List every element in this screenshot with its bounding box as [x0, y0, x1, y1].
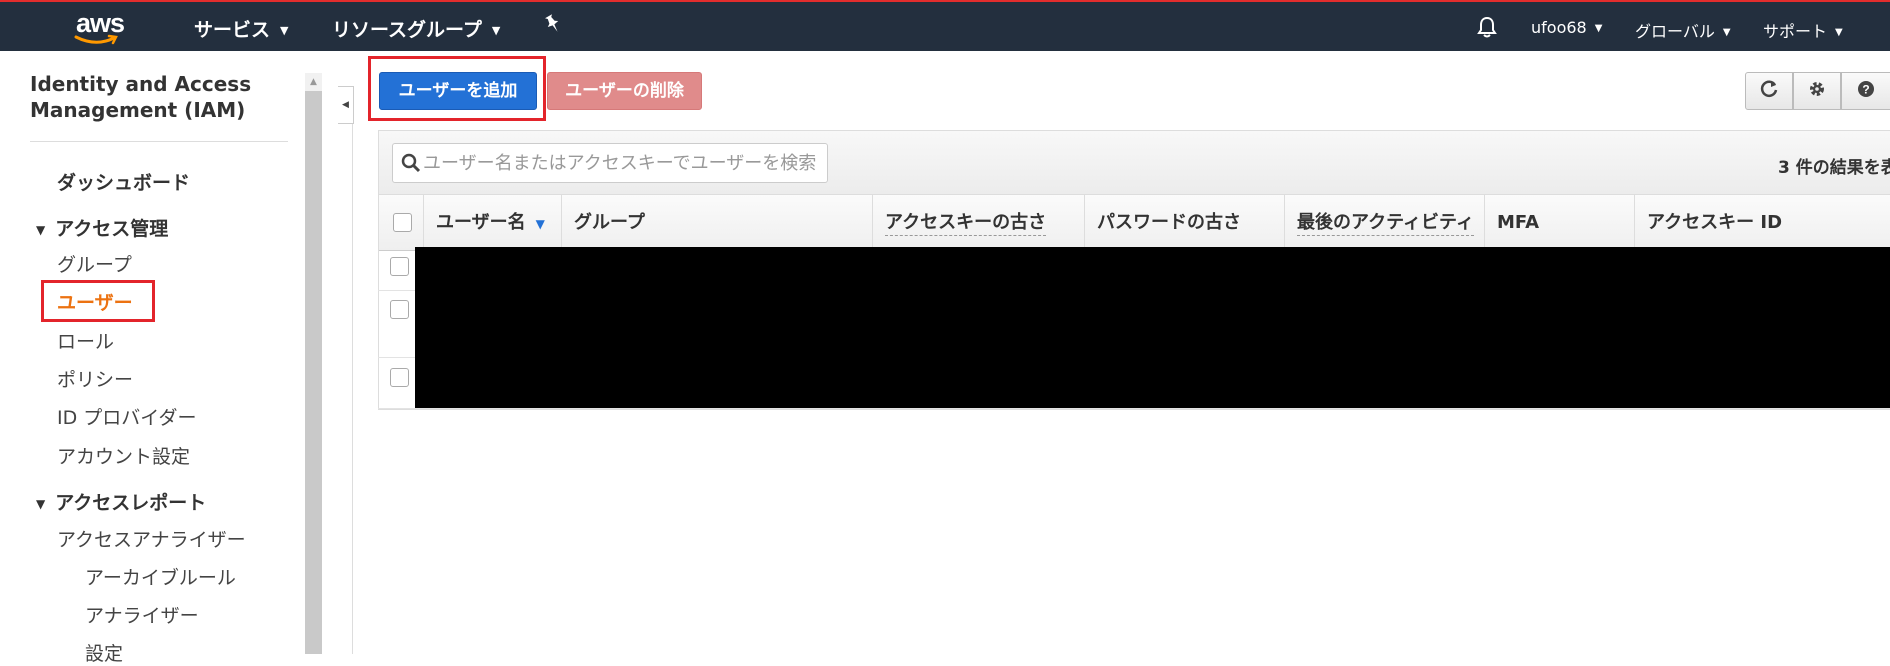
collapse-sidebar-handle[interactable]: ◀: [338, 86, 354, 124]
caret-left-icon: ◀: [342, 100, 349, 110]
sidebar-item-groups[interactable]: グループ: [57, 250, 132, 277]
chevron-down-icon: ▼: [491, 24, 501, 37]
select-all-checkbox[interactable]: [393, 213, 412, 232]
notifications-bell-icon[interactable]: [1477, 16, 1497, 42]
results-count: 3 件の結果を表: [1778, 158, 1890, 178]
delete-user-button[interactable]: ユーザーの削除: [547, 72, 702, 110]
row-checkbox[interactable]: [390, 257, 409, 276]
sidebar-item-policies[interactable]: ポリシー: [57, 365, 133, 392]
sidebar-section-access-management[interactable]: ▼ アクセス管理: [36, 214, 168, 241]
highlight-box-users: [41, 280, 155, 322]
sidebar-section-label: アクセスレポート: [55, 492, 207, 514]
column-header-username[interactable]: ユーザー名 ▼: [423, 195, 561, 251]
column-header-password-age[interactable]: パスワードの古さ: [1084, 195, 1284, 251]
column-header-access-key-age[interactable]: アクセスキーの古さ: [872, 195, 1084, 251]
content-divider: [352, 124, 353, 654]
column-header-label: 最後のアクティビティ: [1297, 212, 1474, 236]
top-navigation-bar: aws サービス ▼ リソースグループ ▼ ufoo68 ▼ グローバル ▼ サポート ▼: [0, 0, 1890, 51]
resource-groups-menu-label: リソースグループ: [332, 19, 482, 41]
search-input[interactable]: [423, 150, 823, 176]
sidebar-section-label: アクセス管理: [55, 218, 169, 240]
column-header-label: ユーザー名: [436, 212, 526, 233]
sort-descending-icon: ▼: [535, 217, 545, 231]
column-header-access-key-id[interactable]: アクセスキー ID: [1634, 195, 1890, 251]
aws-logo[interactable]: aws: [70, 8, 130, 46]
refresh-icon[interactable]: [1745, 72, 1793, 110]
highlight-box-add-user: [368, 56, 546, 121]
chevron-down-icon: ▼: [1722, 27, 1731, 38]
sidebar-section-access-reports[interactable]: ▼ アクセスレポート: [36, 488, 206, 515]
row-checkbox[interactable]: [390, 300, 409, 319]
region-menu[interactable]: グローバル ▼: [1635, 18, 1731, 42]
row-divider: [378, 408, 1890, 409]
services-menu[interactable]: サービス ▼: [194, 15, 288, 42]
help-icon[interactable]: ?: [1841, 72, 1890, 110]
sidebar-item-analyzers[interactable]: アナライザー: [85, 601, 199, 628]
row-divider: [378, 357, 418, 358]
sidebar-divider: [30, 141, 288, 142]
sidebar-scrollbar[interactable]: [305, 73, 322, 654]
column-header-label: MFA: [1497, 212, 1540, 233]
column-header-mfa[interactable]: MFA: [1484, 195, 1634, 251]
pin-icon[interactable]: [545, 14, 561, 39]
row-checkbox[interactable]: [390, 368, 409, 387]
region-menu-label: グローバル: [1635, 22, 1715, 41]
chevron-down-icon: ▼: [1594, 23, 1603, 34]
svg-text:?: ?: [1862, 83, 1869, 97]
column-header-label: アクセスキーの古さ: [885, 212, 1047, 236]
sidebar-item-identity-providers[interactable]: ID プロバイダー: [57, 403, 197, 430]
table-toolbar: 3 件の結果を表: [379, 131, 1890, 195]
sidebar-item-settings[interactable]: 設定: [85, 639, 123, 666]
scroll-up-arrow-icon[interactable]: ▲: [305, 73, 322, 91]
search-icon: [401, 153, 421, 173]
account-menu[interactable]: ufoo68 ▼: [1531, 18, 1602, 37]
sidebar-item-account-settings[interactable]: アカウント設定: [57, 442, 190, 469]
caret-down-icon: ▼: [36, 222, 46, 237]
sidebar-item-dashboard[interactable]: ダッシュボード: [57, 168, 190, 195]
column-header-last-activity[interactable]: 最後のアクティビティ: [1284, 195, 1484, 251]
sidebar-item-access-analyzer[interactable]: アクセスアナライザー: [57, 525, 246, 552]
search-field[interactable]: [392, 143, 828, 183]
service-title: Identity and Access Management (IAM): [30, 72, 252, 122]
column-header-label: グループ: [574, 212, 645, 233]
services-menu-label: サービス: [194, 19, 271, 41]
chevron-down-icon: ▼: [1835, 27, 1843, 38]
redacted-table-rows: [415, 247, 1890, 408]
account-menu-label: ufoo68: [1531, 18, 1587, 37]
column-header-label: パスワードの古さ: [1097, 212, 1241, 233]
gear-icon[interactable]: [1793, 72, 1841, 110]
column-header-label: アクセスキー ID: [1647, 212, 1783, 233]
sidebar: Identity and Access Management (IAM) ダッシ…: [0, 51, 305, 665]
caret-down-icon: ▼: [36, 496, 46, 511]
sidebar-item-archive-rules[interactable]: アーカイブルール: [85, 563, 236, 590]
table-header: ユーザー名 ▼ グループ アクセスキーの古さ パスワードの古さ 最後のアクティビテ…: [379, 195, 1890, 251]
resource-groups-menu[interactable]: リソースグループ ▼: [332, 15, 500, 42]
sidebar-item-roles[interactable]: ロール: [57, 327, 114, 354]
row-divider: [378, 290, 418, 291]
column-header-groups[interactable]: グループ: [561, 195, 872, 251]
support-menu[interactable]: サポート ▼: [1763, 18, 1843, 42]
chevron-down-icon: ▼: [280, 24, 289, 37]
aws-smile-icon: [74, 34, 118, 45]
support-menu-label: サポート: [1763, 22, 1828, 41]
